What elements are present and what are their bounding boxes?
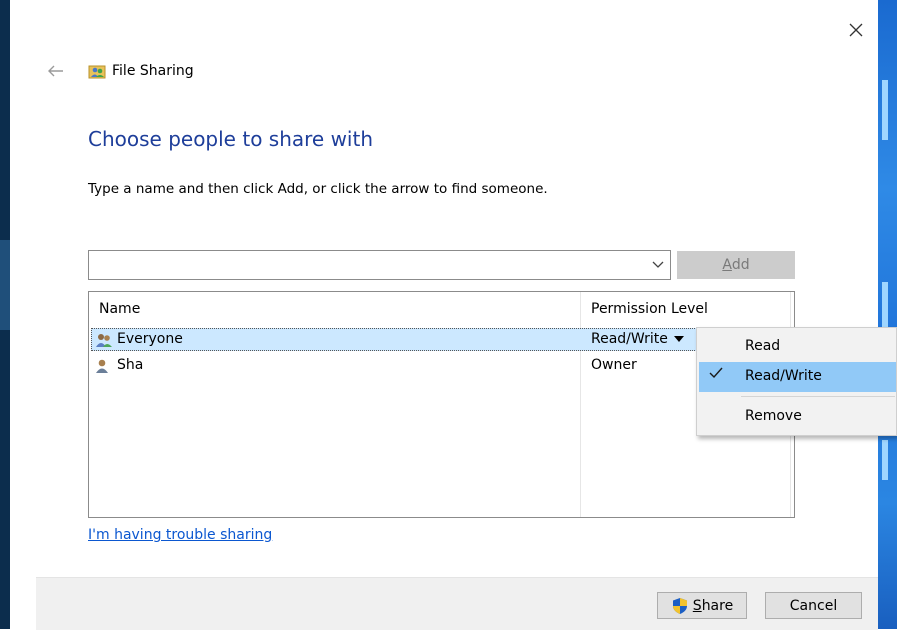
column-divider [580, 292, 581, 517]
file-sharing-icon [88, 65, 106, 79]
menu-item-label: Read [745, 338, 781, 354]
back-arrow-icon [48, 65, 63, 77]
trouble-sharing-link[interactable]: I'm having trouble sharing [88, 527, 272, 543]
desktop-background-right [878, 0, 897, 629]
checkmark-icon [709, 367, 723, 383]
dialog-title-bar: File Sharing [88, 62, 194, 80]
permission-value: Read/Write [591, 331, 668, 347]
menu-separator [741, 396, 895, 397]
permission-dropdown[interactable]: Read/Write [591, 331, 684, 347]
share-button-label: hare [701, 597, 734, 614]
menu-item-label: Remove [745, 408, 802, 424]
permission-context-menu: Read Read/Write Remove [696, 327, 897, 436]
menu-item-read-write[interactable]: Read/Write [699, 362, 896, 392]
page-heading: Choose people to share with [88, 127, 374, 151]
row-name: Sha [117, 357, 144, 373]
close-icon [849, 23, 863, 37]
column-header-permission[interactable]: Permission Level [591, 301, 708, 317]
add-button-accelerator: A [722, 257, 732, 273]
group-icon [95, 332, 113, 352]
menu-item-label: Read/Write [745, 368, 822, 384]
dialog-footer [36, 577, 878, 630]
name-input[interactable] [91, 253, 645, 277]
triangle-down-icon [673, 335, 684, 342]
share-list[interactable]: Name Permission Level Everyone Read/Writ… [88, 291, 795, 518]
cancel-button-label: Cancel [789, 597, 838, 614]
row-name: Everyone [117, 331, 183, 347]
share-button-accelerator: S [692, 597, 702, 614]
list-row-everyone[interactable]: Everyone Read/Write [89, 329, 794, 351]
chevron-down-icon [652, 261, 664, 268]
uac-shield-icon [672, 597, 687, 614]
add-button-label: dd [731, 257, 750, 273]
column-header-name[interactable]: Name [99, 301, 140, 317]
dialog-title: File Sharing [112, 63, 194, 79]
file-sharing-dialog: File Sharing Choose people to share with… [10, 0, 878, 630]
name-combobox[interactable] [88, 250, 671, 280]
desktop-background-left [0, 0, 10, 629]
permission-value: Owner [591, 357, 637, 373]
menu-item-read[interactable]: Read [699, 332, 896, 362]
back-button[interactable] [46, 61, 66, 81]
add-button[interactable]: Add [677, 251, 795, 279]
close-button[interactable] [844, 18, 868, 42]
instruction-text: Type a name and then click Add, or click… [88, 181, 548, 197]
share-button[interactable]: Share [657, 592, 747, 619]
user-icon [95, 358, 109, 378]
list-row-sha[interactable]: Sha Owner [89, 355, 794, 377]
cancel-button[interactable]: Cancel [765, 592, 862, 619]
menu-item-remove[interactable]: Remove [699, 402, 896, 432]
name-dropdown-button[interactable] [646, 251, 670, 279]
